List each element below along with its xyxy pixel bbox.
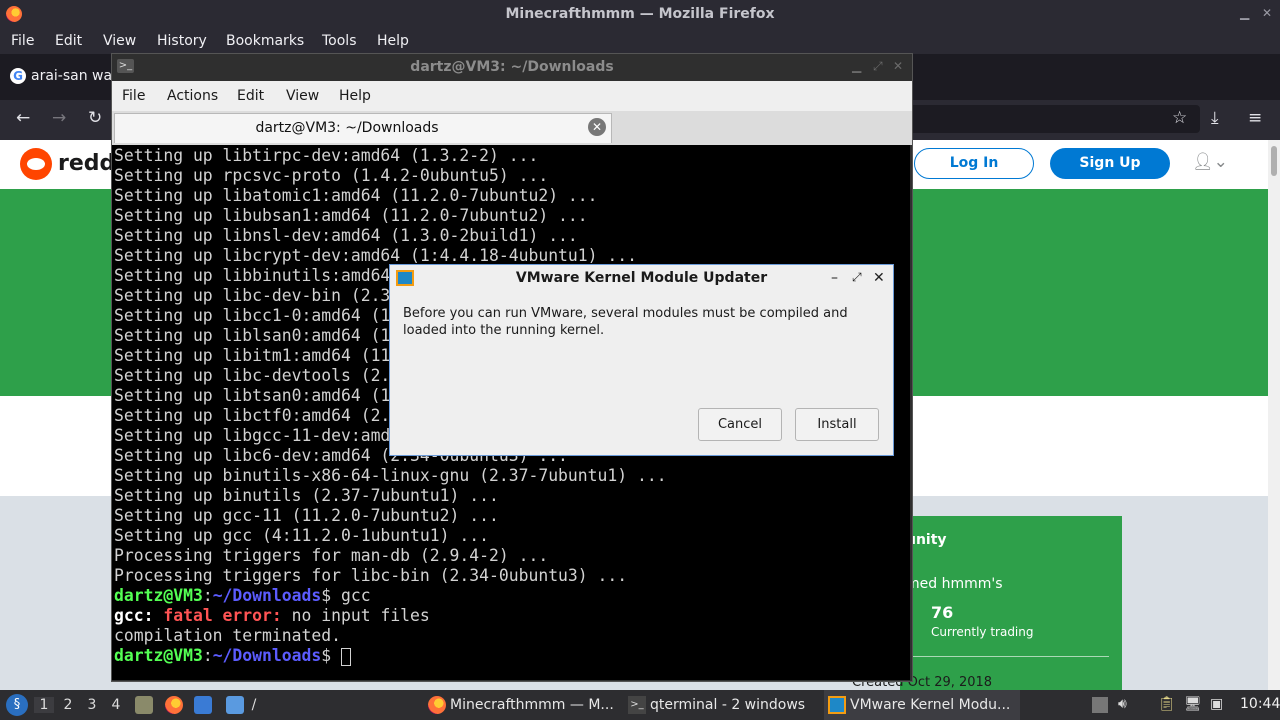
vmware-dialog-message: Before you can run VMware, several modul…	[403, 306, 848, 338]
terminal-line: Setting up gcc-11 (11.2.0-7ubuntu2) ...	[114, 506, 499, 525]
close-icon[interactable]: ✕	[1262, 6, 1272, 20]
terminal-cursor	[341, 647, 351, 666]
qterminal-maximize-icon[interactable]: ⤢	[873, 59, 883, 74]
terminal-line: Setting up gcc (4:11.2.0-1ubuntu1) ...	[114, 526, 489, 545]
tray-up-icon[interactable]	[1092, 697, 1108, 713]
screen-icon[interactable]: ▣	[1210, 696, 1223, 712]
terminal-prompt-line: dartz@VM3:~/Downloads$ gcc	[114, 586, 371, 605]
terminal-line: Setting up libtirpc-dev:amd64 (1.3.2-2) …	[114, 146, 539, 165]
task-qterminal[interactable]: qterminal - 2 windows	[624, 690, 820, 720]
terminal-line: Setting up binutils (2.37-7ubuntu1) ...	[114, 486, 499, 505]
terminal-error-line-2: compilation terminated.	[114, 626, 341, 645]
terminal-line: Setting up rpcsvc-proto (1.4.2-0ubuntu5)…	[114, 166, 549, 185]
terminal-line: Setting up binutils-x86-64-linux-gnu (2.…	[114, 466, 667, 485]
browser-tab[interactable]: arai-san wa	[31, 68, 112, 84]
terminal-line: Processing triggers for man-db (2.9.4-2)…	[114, 546, 549, 565]
community-description: med hmmm's	[906, 576, 1003, 592]
hamburger-menu-icon[interactable]: ≡	[1248, 108, 1262, 128]
terminal-line: Setting up libubsan1:amd64 (11.2.0-7ubun…	[114, 206, 588, 225]
task-firefox[interactable]: Minecrafthmmm — M...	[424, 690, 620, 720]
qterminal-minimize-icon[interactable]: ▁	[852, 59, 861, 73]
qterminal-window-title: dartz@VM3: ~/Downloads	[410, 59, 614, 75]
online-count-label: Currently trading	[931, 625, 1034, 639]
task-vmware[interactable]: VMware Kernel Modu...	[824, 690, 1020, 720]
qt-menu-file[interactable]: File	[122, 88, 145, 104]
terminal-line: Setting up libatomic1:amd64 (11.2.0-7ubu…	[114, 186, 598, 205]
online-count: 76	[931, 603, 954, 622]
page-scrollbar[interactable]	[1268, 140, 1280, 690]
signup-button[interactable]: Sign Up	[1050, 148, 1170, 179]
workspace-3[interactable]: 3	[82, 697, 102, 713]
terminal-icon: >_	[628, 696, 646, 714]
dialog-close-icon[interactable]: ✕	[873, 270, 885, 286]
terminal-line: Processing triggers for libc-bin (2.34-0…	[114, 566, 628, 585]
workspace-4[interactable]: 4	[106, 697, 126, 713]
bookmark-star-icon[interactable]: ☆	[1172, 108, 1187, 128]
terminal-line: Setting up libnsl-dev:amd64 (1.3.0-2buil…	[114, 226, 578, 245]
reload-icon[interactable]: ↻	[88, 108, 102, 128]
workspace-1[interactable]: 1	[34, 697, 54, 713]
menu-file[interactable]: File	[11, 33, 34, 49]
user-menu-icon[interactable]: 👤︎⌄	[1192, 152, 1228, 172]
vmware-dialog-title: VMware Kernel Module Updater	[515, 270, 768, 286]
cancel-button[interactable]: Cancel	[698, 408, 782, 441]
clipboard-icon[interactable]: 📋︎	[1158, 696, 1176, 712]
qterminal-close-icon[interactable]: ✕	[893, 59, 903, 73]
url-bar[interactable]	[900, 105, 1200, 133]
vmware-icon	[828, 696, 846, 714]
menu-bookmarks[interactable]: Bookmarks	[226, 33, 304, 49]
qt-menu-view[interactable]: View	[286, 88, 319, 104]
download-icon[interactable]: ⤓	[1211, 108, 1219, 128]
workspace-2[interactable]: 2	[58, 697, 78, 713]
menu-view[interactable]: View	[103, 33, 136, 49]
menu-history[interactable]: History	[157, 33, 207, 49]
reddit-snoo-face	[27, 158, 45, 170]
sidebar-divider	[912, 656, 1109, 657]
page-scrollbar-thumb[interactable]	[1271, 146, 1277, 176]
clock: 10:44	[1240, 696, 1280, 712]
terminal-error-line: gcc: fatal error: no input files	[114, 606, 430, 625]
menu-tools[interactable]: Tools	[322, 33, 357, 49]
qt-menu-edit[interactable]: Edit	[237, 88, 264, 104]
volume-icon[interactable]: 🔊︎	[1118, 696, 1127, 712]
qterminal-menubar	[112, 81, 912, 111]
file-manager-icon[interactable]	[194, 696, 212, 714]
menu-help[interactable]: Help	[377, 33, 409, 49]
qt-menu-help[interactable]: Help	[339, 88, 371, 104]
network-icon[interactable]: 🖥︎	[1184, 696, 1202, 712]
dialog-maximize-icon[interactable]: ⤢	[852, 270, 862, 285]
minimize-icon[interactable]: ▁	[1240, 6, 1249, 20]
menu-edit[interactable]: Edit	[55, 33, 82, 49]
firefox-icon	[428, 696, 446, 714]
terminal-prompt-line-active: dartz@VM3:~/Downloads$	[114, 646, 667, 666]
forward-icon[interactable]: →	[52, 108, 66, 128]
terminal-line: Setting up libcrypt-dev:amd64 (1:4.4.18-…	[114, 246, 638, 265]
show-desktop-icon[interactable]	[135, 696, 153, 714]
tab-close-icon[interactable]: ✕	[588, 118, 606, 136]
qt-menu-actions[interactable]: Actions	[167, 88, 218, 104]
qterminal-tab-label: dartz@VM3: ~/Downloads	[255, 120, 439, 136]
login-button[interactable]: Log In	[914, 148, 1034, 179]
firefox-window-title: Minecrafthmmm — Mozilla Firefox	[505, 6, 775, 22]
google-favicon-icon: G	[10, 68, 26, 84]
back-icon[interactable]: ←	[16, 108, 30, 128]
start-menu-icon[interactable]: §	[6, 694, 28, 716]
terminal-command: gcc	[341, 586, 371, 605]
install-button[interactable]: Install	[795, 408, 879, 441]
folder-icon[interactable]	[226, 696, 244, 714]
firefox-launcher-icon[interactable]	[165, 696, 183, 714]
dialog-minimize-icon[interactable]: –	[831, 270, 838, 286]
file-path-label[interactable]: /	[244, 697, 264, 713]
